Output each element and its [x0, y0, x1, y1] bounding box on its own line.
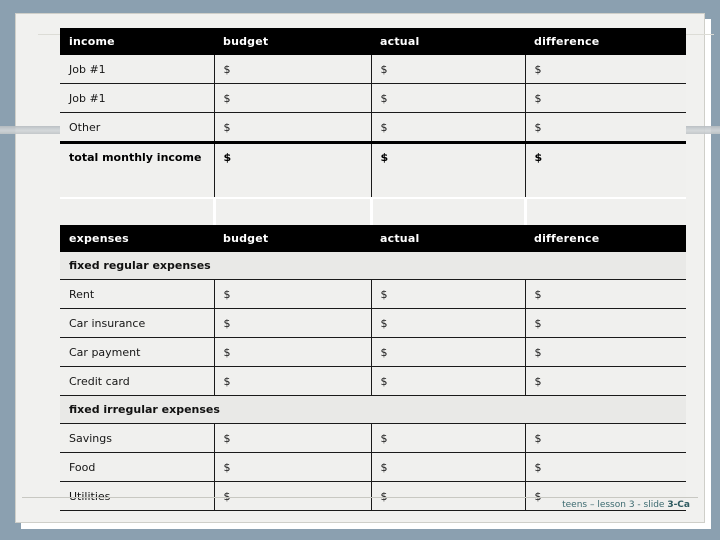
expense-s1-row-1-actual[interactable]: $	[371, 452, 526, 482]
slide-footer: teens – lesson 3 - slide 3-Ca	[562, 500, 690, 510]
income-total-actual[interactable]: $	[371, 141, 526, 199]
expense-s0-row-0-budget[interactable]: $	[214, 279, 372, 309]
spacer-cell	[60, 197, 216, 225]
expense-s1-row-0-label: Savings	[60, 423, 215, 453]
expense-s0-row-1-budget[interactable]: $	[214, 308, 372, 338]
income-row-0-label: Job #1	[60, 55, 215, 84]
expenses-header-label: expenses	[60, 225, 214, 252]
income-header-label: income	[60, 28, 214, 55]
income-row-1-difference[interactable]: $	[525, 83, 686, 113]
slide-root: income budget actual difference Job #1 $…	[0, 0, 720, 540]
footer-slide-id: 3-Ca	[667, 500, 690, 510]
expense-s0-row-2-difference[interactable]: $	[525, 337, 686, 367]
expense-s0-row-2-label: Car payment	[60, 337, 215, 367]
expenses-section-0-title: fixed regular expenses	[60, 252, 686, 280]
income-row-1-budget[interactable]: $	[214, 83, 372, 113]
income-total-budget[interactable]: $	[214, 141, 372, 199]
footer-prefix: teens – lesson 3 - slide	[562, 500, 668, 510]
expenses-table: expenses budget actual difference fixed …	[60, 225, 686, 511]
income-row-0-difference[interactable]: $	[525, 55, 686, 84]
table-row[interactable]: Credit card $ $ $	[60, 366, 686, 396]
expenses-header-budget: budget	[214, 225, 371, 252]
expense-s0-row-2-budget[interactable]: $	[214, 337, 372, 367]
table-row[interactable]: Rent $ $ $	[60, 279, 686, 309]
footer-divider	[22, 497, 698, 498]
expenses-header-actual: actual	[371, 225, 525, 252]
table-row[interactable]: Job #1 $ $ $	[60, 55, 686, 84]
expense-s1-row-1-difference[interactable]: $	[525, 452, 686, 482]
expenses-table-header-row: expenses budget actual difference	[60, 225, 686, 252]
expense-s0-row-1-label: Car insurance	[60, 308, 215, 338]
expense-s1-row-1-label: Food	[60, 452, 215, 482]
spacer-cell	[214, 197, 373, 225]
expense-s0-row-3-difference[interactable]: $	[525, 366, 686, 396]
expense-s0-row-0-difference[interactable]: $	[525, 279, 686, 309]
expense-s0-row-1-actual[interactable]: $	[371, 308, 526, 338]
income-row-1-actual[interactable]: $	[371, 83, 526, 113]
expense-s0-row-2-actual[interactable]: $	[371, 337, 526, 367]
expense-s1-row-0-actual[interactable]: $	[371, 423, 526, 453]
table-row[interactable]: Savings $ $ $	[60, 423, 686, 453]
expense-s0-row-1-difference[interactable]: $	[525, 308, 686, 338]
table-row[interactable]: Car insurance $ $ $	[60, 308, 686, 338]
income-total-label: total monthly income	[60, 141, 215, 199]
table-row[interactable]: Food $ $ $	[60, 452, 686, 482]
expense-s0-row-3-label: Credit card	[60, 366, 215, 396]
table-row[interactable]: Car payment $ $ $	[60, 337, 686, 367]
expenses-section-title-row: fixed irregular expenses	[60, 395, 686, 424]
expense-s1-row-1-budget[interactable]: $	[214, 452, 372, 482]
income-row-2-label: Other	[60, 112, 215, 143]
income-header-actual: actual	[371, 28, 525, 55]
income-row-2-budget[interactable]: $	[214, 112, 372, 143]
expense-s1-row-0-difference[interactable]: $	[525, 423, 686, 453]
income-row-0-budget[interactable]: $	[214, 55, 372, 84]
expenses-section-title-row: fixed regular expenses	[60, 252, 686, 280]
income-table: income budget actual difference Job #1 $…	[60, 28, 686, 225]
expense-s0-row-3-actual[interactable]: $	[371, 366, 526, 396]
expenses-section-1-title: fixed irregular expenses	[60, 395, 686, 424]
expense-s1-row-2-budget[interactable]: $	[214, 481, 372, 511]
income-table-header-row: income budget actual difference	[60, 28, 686, 55]
slide-content: income budget actual difference Job #1 $…	[60, 28, 686, 511]
expense-s0-row-0-label: Rent	[60, 279, 215, 309]
table-row[interactable]: Job #1 $ $ $	[60, 83, 686, 113]
income-row-0-actual[interactable]: $	[371, 55, 526, 84]
expense-s1-row-2-actual[interactable]: $	[371, 481, 526, 511]
table-row[interactable]: Other $ $ $	[60, 112, 686, 143]
income-total-row: total monthly income $ $ $	[60, 141, 686, 199]
expenses-header-difference: difference	[525, 225, 686, 252]
income-header-difference: difference	[525, 28, 686, 55]
income-row-1-label: Job #1	[60, 83, 215, 113]
expense-s0-row-3-budget[interactable]: $	[214, 366, 372, 396]
expense-s0-row-0-actual[interactable]: $	[371, 279, 526, 309]
expense-s1-row-0-budget[interactable]: $	[214, 423, 372, 453]
expense-s1-row-2-label: Utilities	[60, 481, 215, 511]
spacer-cell	[525, 197, 686, 225]
income-row-2-actual[interactable]: $	[371, 112, 526, 143]
income-total-difference[interactable]: $	[525, 141, 686, 199]
income-header-budget: budget	[214, 28, 371, 55]
spacer-cell	[371, 197, 527, 225]
income-row-2-difference[interactable]: $	[525, 112, 686, 143]
table-spacer-row	[60, 197, 686, 225]
